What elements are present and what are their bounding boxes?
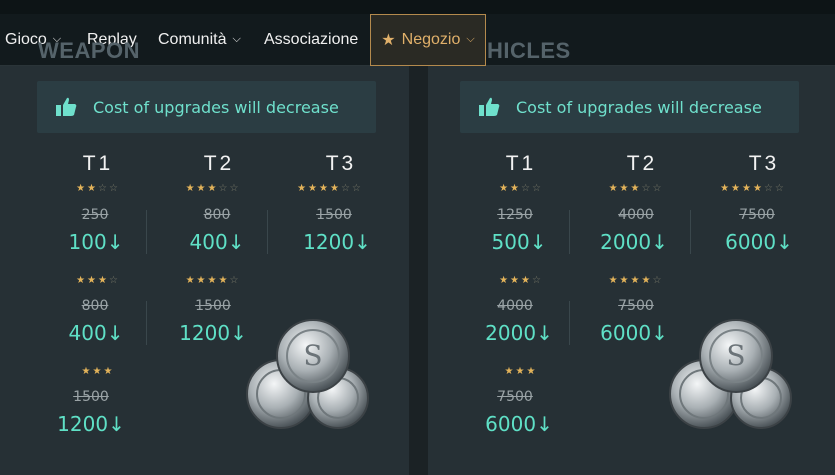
nav-item-negozio[interactable]: ★ Negozio ⌵ bbox=[370, 14, 486, 66]
nav-item-comunita[interactable]: Comunità ⌵ bbox=[158, 14, 241, 66]
panel-title-vehicles: HICLES bbox=[487, 38, 571, 63]
tier-label-t2: T2 bbox=[203, 152, 235, 175]
silver-coin-icon: S bbox=[669, 319, 792, 429]
svg-text:S: S bbox=[303, 339, 322, 372]
tier-label-t3: T3 bbox=[748, 152, 780, 175]
new-price: 6000↓ bbox=[725, 230, 793, 254]
star-rating-2: ★★☆☆ bbox=[76, 183, 120, 194]
weapon-upgrade-panel: Cost of upgrades will decrease T1 T2 T3 … bbox=[0, 66, 409, 475]
old-price: 7500 bbox=[497, 389, 533, 405]
new-price: 2000↓ bbox=[485, 321, 553, 345]
chevron-down-icon: ⌵ bbox=[232, 32, 241, 45]
discount-banner: Cost of upgrades will decrease bbox=[37, 81, 376, 133]
new-price: 6000↓ bbox=[485, 412, 553, 436]
old-price: 800 bbox=[81, 298, 109, 314]
old-price: 1500 bbox=[316, 207, 352, 223]
star-rating-4: ★★★★☆ bbox=[608, 275, 664, 286]
nav-label: Comunità bbox=[158, 31, 227, 48]
thumbs-up-icon bbox=[56, 97, 77, 116]
thumbs-up-icon bbox=[479, 97, 500, 116]
old-price: 1500 bbox=[195, 298, 231, 314]
old-price: 250 bbox=[81, 207, 109, 223]
column-separator bbox=[146, 301, 147, 345]
new-price: 1200↓ bbox=[57, 412, 125, 436]
old-price: 1250 bbox=[497, 207, 533, 223]
new-price: 400↓ bbox=[68, 321, 124, 345]
banner-text: Cost of upgrades will decrease bbox=[93, 97, 339, 117]
tier-label-t1: T1 bbox=[505, 152, 537, 175]
new-price: 2000↓ bbox=[600, 230, 668, 254]
star-rating-3: ★★★☆ bbox=[76, 275, 120, 286]
discount-banner: Cost of upgrades will decrease bbox=[460, 81, 799, 133]
star-rating-3: ★★★☆ bbox=[499, 275, 543, 286]
old-price: 1500 bbox=[73, 389, 109, 405]
star-rating-4: ★★★★☆☆ bbox=[720, 183, 786, 194]
star-icon: ★ bbox=[381, 32, 396, 49]
column-separator bbox=[267, 210, 268, 254]
star-rating-4: ★★★★☆ bbox=[185, 275, 241, 286]
new-price: 1200↓ bbox=[303, 230, 371, 254]
old-price: 7500 bbox=[618, 298, 654, 314]
svg-text:S: S bbox=[726, 339, 745, 372]
nav-label: Negozio bbox=[401, 31, 461, 48]
panel-title-weapon: WEAPON bbox=[38, 38, 140, 63]
star-rating-3: ★★★☆☆ bbox=[608, 183, 664, 194]
old-price: 4000 bbox=[497, 298, 533, 314]
star-rating-2: ★★☆☆ bbox=[499, 183, 543, 194]
column-separator bbox=[569, 210, 570, 254]
old-price: 800 bbox=[203, 207, 231, 223]
silver-coin-icon: S bbox=[246, 319, 369, 429]
star-rating-3: ★★★☆☆ bbox=[185, 183, 241, 194]
star-rating-3: ★★★ bbox=[504, 366, 538, 377]
vehicle-upgrade-panel: Cost of upgrades will decrease T1 T2 T3 … bbox=[428, 66, 835, 475]
banner-text: Cost of upgrades will decrease bbox=[516, 97, 762, 117]
old-price: 7500 bbox=[739, 207, 775, 223]
panel-divider bbox=[409, 66, 428, 475]
new-price: 400↓ bbox=[189, 230, 245, 254]
column-separator bbox=[690, 210, 691, 254]
tier-label-t3: T3 bbox=[325, 152, 357, 175]
star-rating-3: ★★★ bbox=[81, 366, 115, 377]
column-separator bbox=[146, 210, 147, 254]
nav-label: Associazione bbox=[264, 31, 359, 48]
tier-label-t2: T2 bbox=[626, 152, 658, 175]
tier-label-t1: T1 bbox=[82, 152, 114, 175]
chevron-down-icon: ⌵ bbox=[466, 32, 475, 45]
column-separator bbox=[569, 301, 570, 345]
nav-item-associazione[interactable]: Associazione bbox=[264, 14, 358, 66]
new-price: 500↓ bbox=[491, 230, 547, 254]
star-rating-4: ★★★★☆☆ bbox=[297, 183, 363, 194]
new-price: 100↓ bbox=[68, 230, 124, 254]
old-price: 4000 bbox=[618, 207, 654, 223]
